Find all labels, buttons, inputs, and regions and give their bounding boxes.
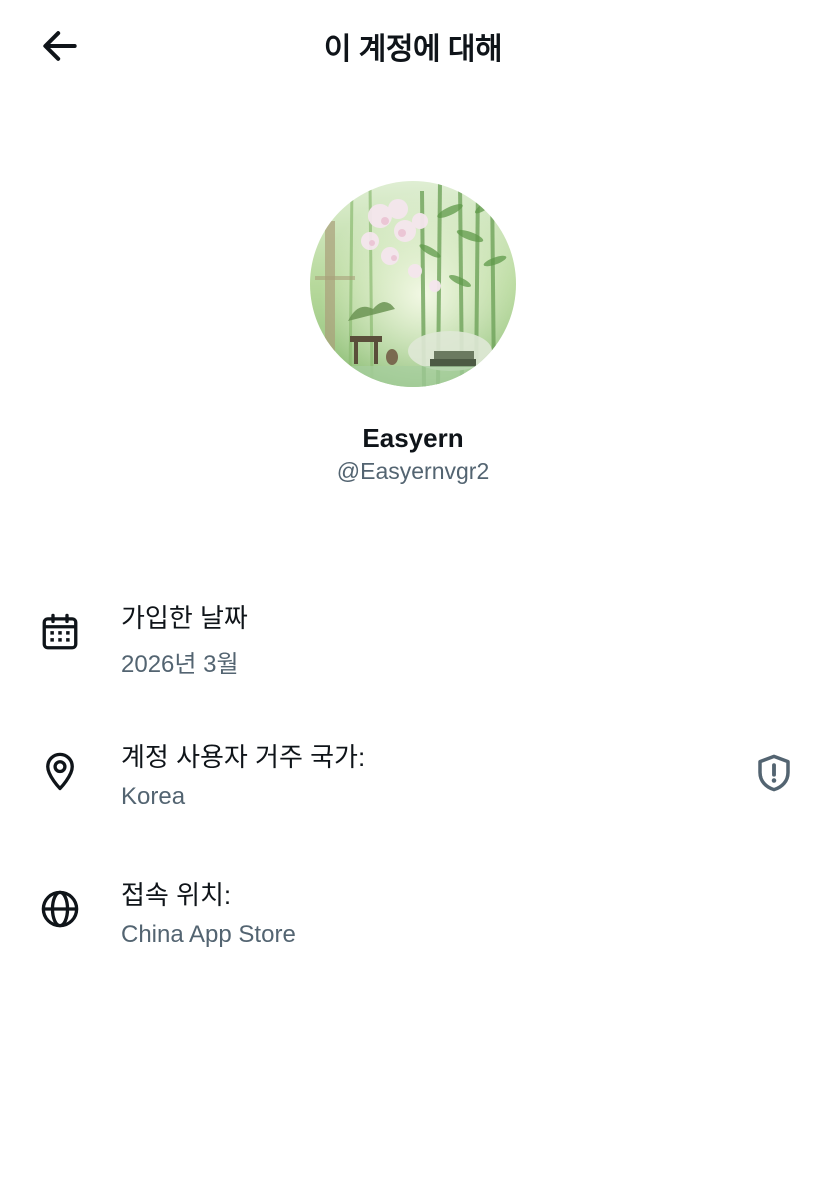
header-bar: 이 계정에 대해	[0, 0, 826, 90]
country-label: 계정 사용자 거주 국가:	[121, 742, 366, 772]
calendar-icon	[36, 608, 84, 656]
access-label: 접속 위치:	[121, 880, 232, 910]
detail-row-country: 계정 사용자 거주 국가: Korea	[0, 737, 826, 837]
avatar-image	[310, 181, 516, 387]
shield-alert-button[interactable]	[750, 749, 798, 797]
page-title: 이 계정에 대해	[323, 33, 503, 66]
globe-icon	[36, 885, 84, 933]
user-handle: @Easyernvgr2	[336, 458, 490, 484]
location-pin-icon	[36, 747, 84, 795]
shield-alert-icon	[758, 754, 790, 792]
joined-label: 가입한 날짜	[121, 603, 248, 633]
country-value: Korea	[121, 783, 186, 810]
avatar	[310, 181, 516, 387]
detail-row-access: 접속 위치: China App Store	[0, 875, 826, 975]
joined-value: 2026년 3월	[121, 651, 239, 678]
access-value: China App Store	[121, 921, 296, 948]
detail-row-joined: 가입한 날짜 2026년 3월	[0, 598, 826, 698]
display-name: Easyern	[362, 423, 464, 453]
